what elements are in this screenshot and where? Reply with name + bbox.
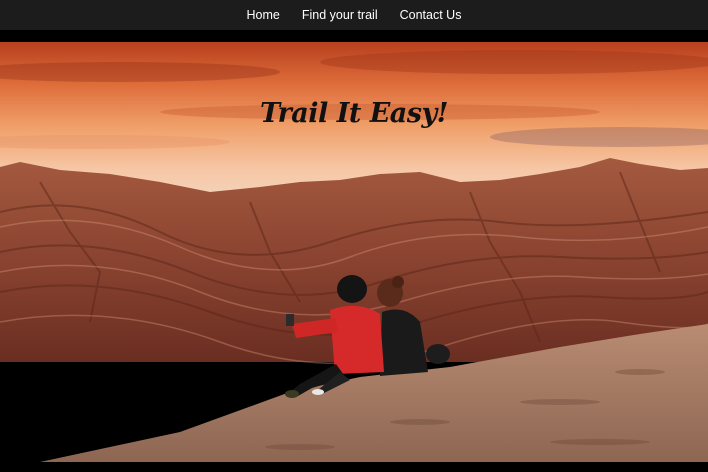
nav-contact-link[interactable]: Contact Us: [400, 8, 462, 22]
navbar-spacer: [0, 30, 708, 42]
nav-home-link[interactable]: Home: [247, 8, 280, 22]
nav-find-trail-link[interactable]: Find your trail: [302, 8, 378, 22]
hero-banner: Trail It Easy!: [0, 42, 708, 462]
bottom-border: [0, 462, 708, 472]
top-navbar: Home Find your trail Contact Us: [0, 0, 708, 30]
hero-title: Trail It Easy!: [259, 98, 449, 129]
page: Home Find your trail Contact Us Trail It…: [0, 0, 708, 472]
